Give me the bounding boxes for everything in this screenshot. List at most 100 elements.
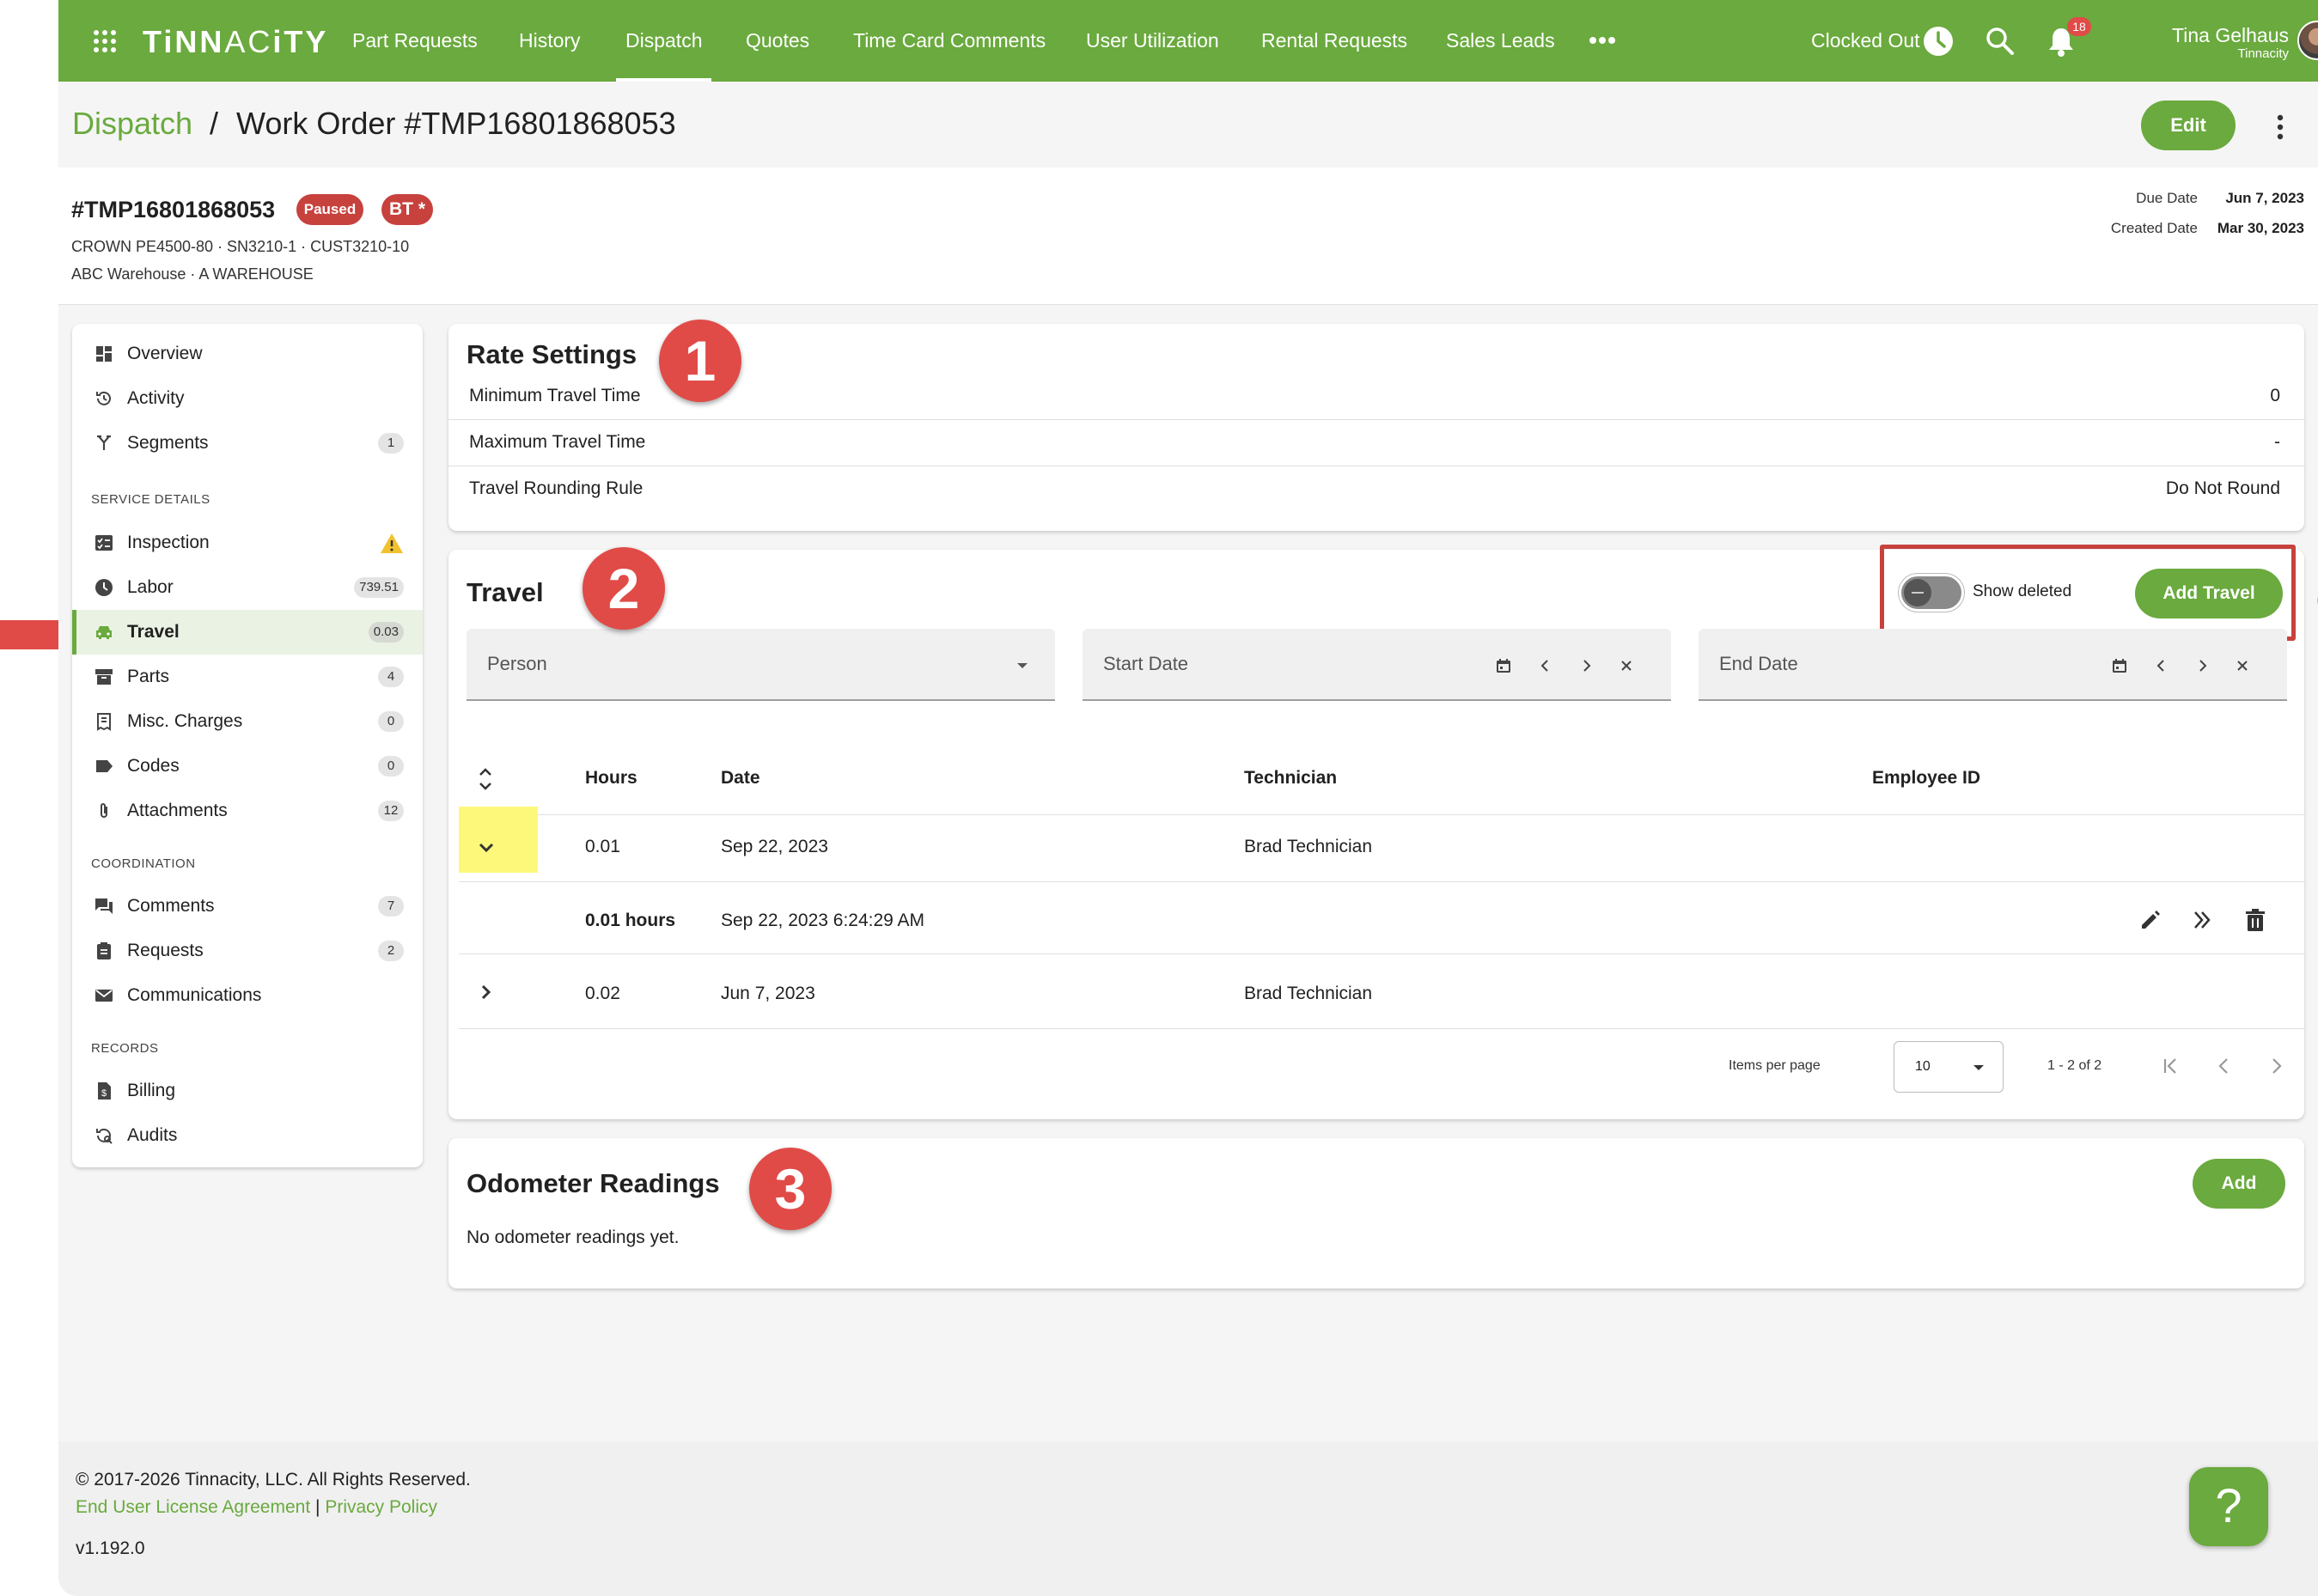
count-badge: 7 xyxy=(378,896,404,917)
history-icon xyxy=(96,391,111,405)
label-icon xyxy=(96,760,113,772)
eula-link[interactable]: End User License Agreement xyxy=(76,1497,310,1517)
warning-icon xyxy=(381,533,403,553)
chevron-right-icon[interactable] xyxy=(2194,658,2210,673)
double-chevron-right-icon[interactable] xyxy=(2191,909,2213,931)
end-date-field[interactable]: End Date xyxy=(1699,629,2287,701)
section-title-records: RECORDS xyxy=(91,1041,159,1056)
previous-page-icon[interactable] xyxy=(2215,1057,2234,1075)
nav-sales-leads[interactable]: Sales Leads xyxy=(1446,0,1555,82)
divider xyxy=(448,419,2304,420)
dropdown-arrow-icon xyxy=(1017,663,1028,668)
help-button[interactable]: ? xyxy=(2189,1467,2268,1546)
odometer-title: Odometer Readings xyxy=(467,1168,720,1198)
sidebar-item-misc-charges[interactable]: Misc. Charges 0 xyxy=(72,699,423,744)
column-header-hours[interactable]: Hours xyxy=(585,768,637,789)
breadcrumb: Dispatch / Work Order #TMP16801868053 Ed… xyxy=(58,82,2318,168)
edit-pencil-icon[interactable] xyxy=(2138,908,2162,932)
sidebar-item-communications[interactable]: Communications xyxy=(72,973,423,1018)
calendar-icon[interactable] xyxy=(2111,657,2128,674)
column-header-date[interactable]: Date xyxy=(721,768,760,789)
sidebar-item-billing[interactable]: $ Billing xyxy=(72,1069,423,1113)
privacy-policy-link[interactable]: Privacy Policy xyxy=(325,1497,437,1517)
sidebar-item-travel[interactable]: Travel 0.03 xyxy=(72,610,423,655)
car-icon xyxy=(96,626,112,639)
person-select[interactable]: Person xyxy=(467,629,1055,701)
sidebar-item-codes[interactable]: Codes 0 xyxy=(72,744,423,789)
first-page-icon[interactable] xyxy=(2162,1057,2181,1075)
sidebar-item-label: Comments xyxy=(127,896,215,916)
page-range: 1 - 2 of 2 xyxy=(2047,1058,2102,1073)
count-badge: 739.51 xyxy=(354,577,404,598)
count-badge: 4 xyxy=(378,667,404,687)
avatar[interactable] xyxy=(2297,21,2318,60)
more-horizontal-icon[interactable] xyxy=(1589,36,1615,45)
sidebar-item-label: Requests xyxy=(127,941,204,960)
nav-rental-requests[interactable]: Rental Requests xyxy=(1261,0,1407,82)
nav-user-utilization[interactable]: User Utilization xyxy=(1086,0,1219,82)
nav-time-card-comments[interactable]: Time Card Comments xyxy=(853,0,1046,82)
rate-row-value: 0 xyxy=(2270,386,2280,405)
start-date-field[interactable]: Start Date xyxy=(1083,629,1671,701)
column-header-technician[interactable]: Technician xyxy=(1244,768,1337,789)
travel-row-date: Sep 22, 2023 xyxy=(721,837,828,856)
calendar-icon[interactable] xyxy=(1495,657,1512,674)
expand-collapse-all-icon[interactable] xyxy=(478,766,493,792)
search-icon[interactable] xyxy=(1986,27,2015,56)
count-badge: 2 xyxy=(378,941,404,961)
count-badge: 0 xyxy=(378,711,404,732)
audit-history-icon xyxy=(96,1128,113,1144)
clipboard-icon xyxy=(97,942,111,959)
active-indicator xyxy=(72,610,76,655)
apps-grid-icon[interactable] xyxy=(93,29,117,53)
callout-marker-1: 1 xyxy=(659,320,741,402)
sidebar-item-overview[interactable]: Overview xyxy=(72,332,423,376)
breadcrumb-dispatch-link[interactable]: Dispatch xyxy=(72,106,192,142)
svg-text:$: $ xyxy=(101,1088,107,1099)
column-header-employee-id[interactable]: Employee ID xyxy=(1872,768,1980,789)
count-badge: 0 xyxy=(378,756,404,777)
sidebar-item-audits[interactable]: Audits xyxy=(72,1113,423,1158)
clock-icon[interactable] xyxy=(1923,26,1954,57)
page-size-select[interactable]: 10 xyxy=(1894,1041,2004,1093)
sidebar-item-inspection[interactable]: Inspection xyxy=(72,521,423,565)
divider xyxy=(459,1028,2304,1029)
add-odometer-button[interactable]: Add xyxy=(2193,1159,2285,1209)
sidebar-item-segments[interactable]: Segments 1 xyxy=(72,421,423,466)
sidebar-item-label: Misc. Charges xyxy=(127,711,243,731)
chevron-left-icon[interactable] xyxy=(1538,658,1553,673)
chevron-left-icon[interactable] xyxy=(2154,658,2169,673)
nav-part-requests[interactable]: Part Requests xyxy=(352,0,478,82)
travel-row-technician: Brad Technician xyxy=(1244,984,1373,1003)
nav-history[interactable]: History xyxy=(519,0,581,82)
rate-row-value: - xyxy=(2274,432,2280,452)
clear-icon[interactable] xyxy=(2236,659,2249,673)
sidebar-item-activity[interactable]: Activity xyxy=(72,376,423,421)
sidebar-item-labor[interactable]: Labor 739.51 xyxy=(72,565,423,610)
show-deleted-label[interactable]: Show deleted xyxy=(1973,582,2071,601)
chevron-right-icon[interactable] xyxy=(1578,658,1594,673)
travel-row-hours: 0.01 xyxy=(585,837,620,856)
trash-icon[interactable] xyxy=(2244,908,2266,932)
user-name[interactable]: Tina Gelhaus xyxy=(2115,24,2289,47)
clear-icon[interactable] xyxy=(1620,659,1633,673)
nav-quotes[interactable]: Quotes xyxy=(746,0,809,82)
toggle-knob xyxy=(1904,579,1931,606)
show-deleted-toggle[interactable] xyxy=(1899,574,1964,612)
tinnacity-logo[interactable]: TiNNACiTY xyxy=(143,24,328,60)
more-vertical-icon[interactable] xyxy=(2275,114,2285,140)
sidebar-item-parts[interactable]: Parts 4 xyxy=(72,655,423,699)
sidebar-item-attachments[interactable]: Attachments 12 xyxy=(72,789,423,833)
next-page-icon[interactable] xyxy=(2266,1057,2285,1075)
add-travel-button[interactable]: Add Travel xyxy=(2135,569,2283,618)
technician-badge[interactable]: BT * xyxy=(381,194,433,225)
footer-links: End User License Agreement | Privacy Pol… xyxy=(76,1497,437,1518)
sidebar-item-requests[interactable]: Requests 2 xyxy=(72,929,423,973)
sidebar-item-comments[interactable]: Comments 7 xyxy=(72,884,423,929)
clock-status[interactable]: Clocked Out xyxy=(1811,0,1920,82)
chevron-right-icon[interactable] xyxy=(480,984,492,1001)
nav-dispatch[interactable]: Dispatch xyxy=(616,0,712,82)
edit-button[interactable]: Edit xyxy=(2141,101,2236,150)
chevron-down-icon[interactable] xyxy=(478,842,495,854)
footer: © 2017-2026 Tinnacity, LLC. All Rights R… xyxy=(58,1441,2318,1596)
